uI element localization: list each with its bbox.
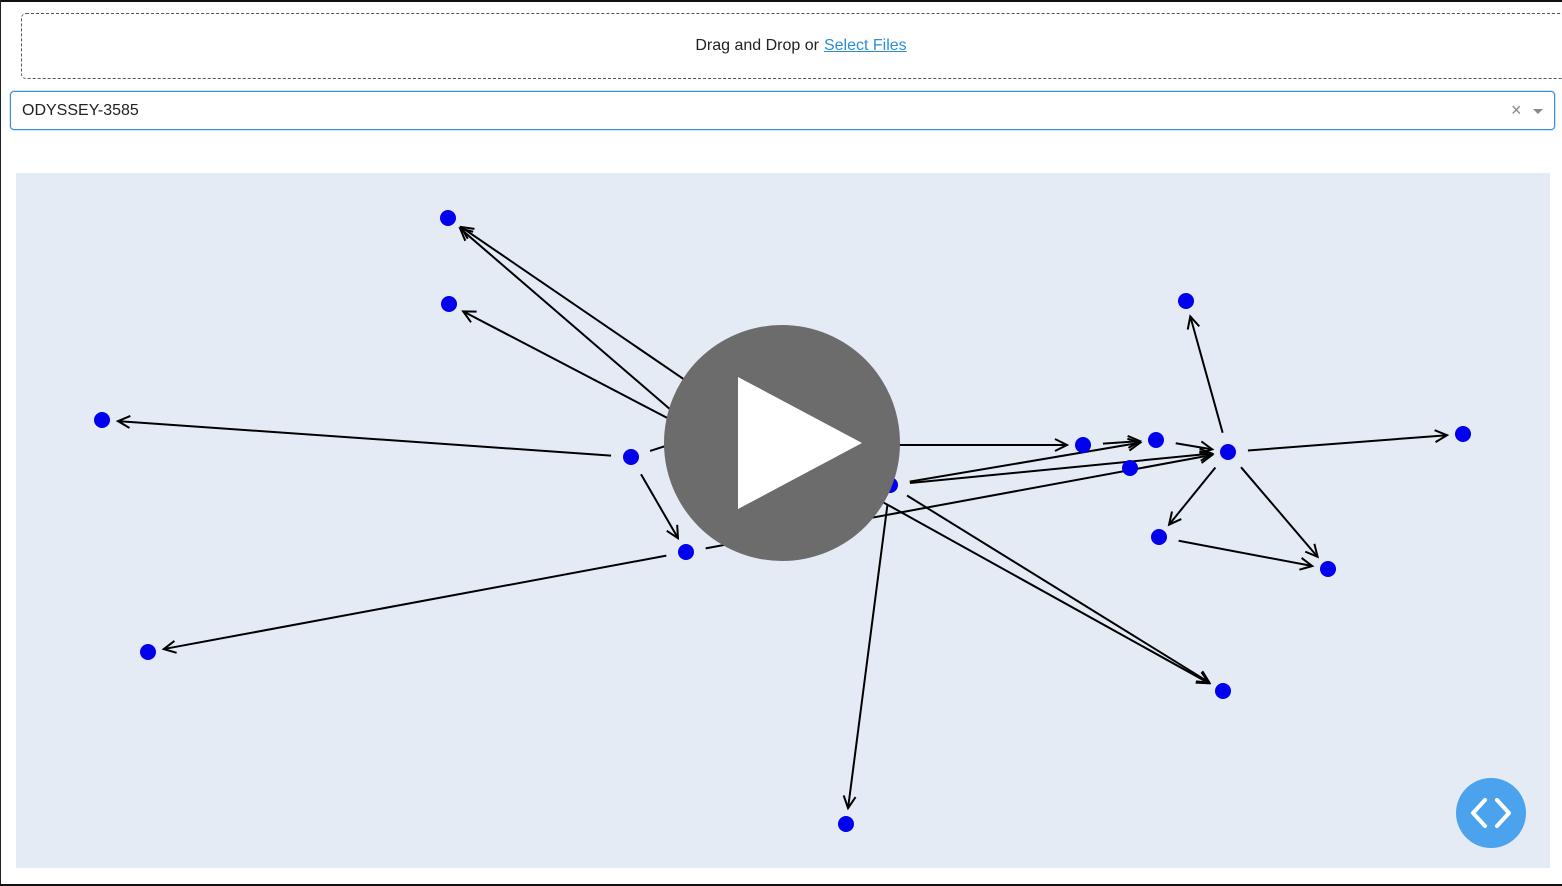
select-files-link[interactable]: Select Files (824, 37, 907, 55)
graph-node[interactable] (1151, 529, 1167, 545)
graph-node[interactable] (1455, 426, 1471, 442)
graph-edge (161, 554, 667, 654)
graph-node[interactable] (1220, 444, 1236, 460)
graph-node[interactable] (838, 816, 854, 832)
graph-edge (906, 494, 1212, 684)
dataset-select-value: ODYSSEY-3585 (22, 102, 139, 119)
graph-edge (842, 504, 889, 811)
upload-prompt: Drag and Drop or (695, 37, 819, 54)
file-upload-dropzone[interactable]: Drag and Drop or Select Files (21, 13, 1562, 79)
graph-edge (1167, 466, 1217, 527)
clear-selection-icon[interactable]: × (1511, 100, 1522, 121)
code-icon (1471, 798, 1511, 828)
view-code-button[interactable] (1456, 778, 1526, 848)
graph-node[interactable] (1122, 460, 1138, 476)
graph-node[interactable] (94, 412, 110, 428)
play-button[interactable] (664, 325, 900, 561)
graph-node[interactable] (441, 296, 457, 312)
chevron-down-icon[interactable] (1533, 109, 1543, 114)
graph-node[interactable] (678, 544, 694, 560)
graph-node[interactable] (1148, 432, 1164, 448)
dataset-select[interactable]: ODYSSEY-3585 × (10, 91, 1555, 130)
graph-edge (115, 415, 612, 457)
play-icon (738, 377, 862, 509)
graph-edge (1240, 466, 1320, 559)
graph-node[interactable] (1178, 293, 1194, 309)
graph-edge (1186, 314, 1224, 433)
graph-edge (909, 447, 1215, 485)
graph-node[interactable] (1320, 561, 1336, 577)
graph-node[interactable] (140, 644, 156, 660)
window-top-border (0, 0, 1562, 2)
window-left-border (0, 0, 1, 886)
graph-edge (1247, 429, 1450, 452)
graph-node[interactable] (1075, 437, 1091, 453)
graph-node[interactable] (1215, 683, 1231, 699)
graph-edge (461, 310, 683, 427)
graph-node[interactable] (623, 449, 639, 465)
graph-node[interactable] (440, 210, 456, 226)
graph-edge (458, 226, 686, 423)
graph-edge (1178, 539, 1315, 571)
